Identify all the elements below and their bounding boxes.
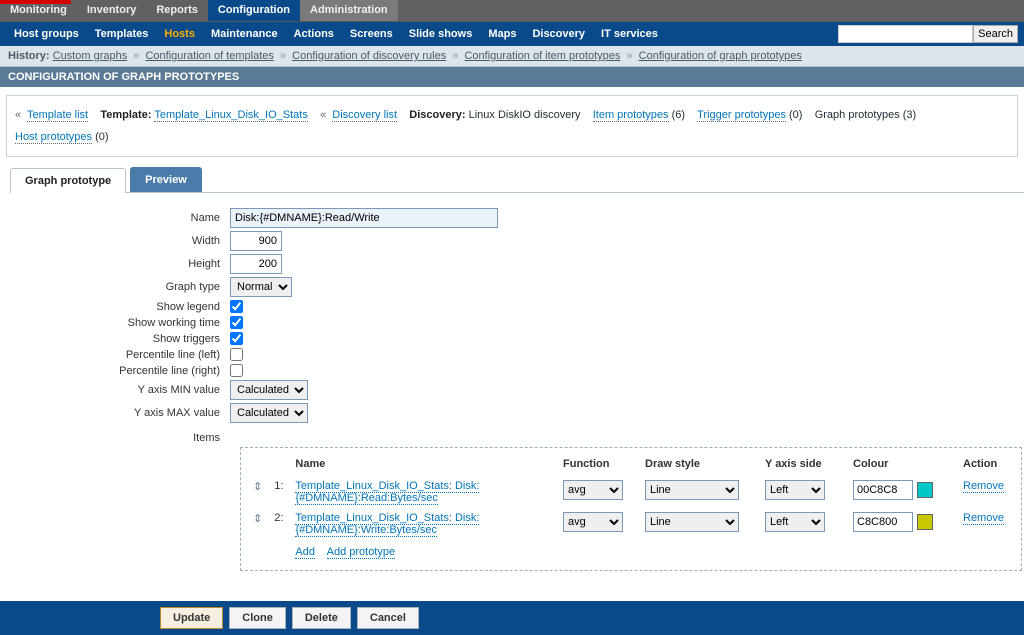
- ymax-select[interactable]: Calculated: [230, 403, 308, 423]
- row-index-2: 2:: [268, 508, 289, 540]
- template-link[interactable]: Template_Linux_Disk_IO_Stats: [154, 109, 307, 122]
- show-triggers-label: Show triggers: [10, 333, 230, 345]
- remove-link-1[interactable]: Remove: [963, 480, 1004, 493]
- host-prototypes-count: (0): [95, 131, 108, 143]
- ymin-label: Y axis MIN value: [10, 384, 230, 396]
- item-row-1: ⇕ 1: Template_Linux_Disk_IO_Stats: Disk:…: [247, 476, 1015, 508]
- search-input[interactable]: [838, 25, 973, 43]
- template-list-link[interactable]: Template list: [27, 109, 88, 122]
- percentile-left-label: Percentile line (left): [10, 349, 230, 361]
- subnav-host-groups[interactable]: Host groups: [6, 24, 87, 44]
- tab-administration[interactable]: Administration: [300, 0, 398, 21]
- items-label: Items: [10, 426, 230, 444]
- function-select-1[interactable]: avg: [563, 480, 623, 500]
- update-button[interactable]: Update: [160, 607, 223, 629]
- width-label: Width: [10, 235, 230, 247]
- colour-swatch-2[interactable]: [917, 514, 933, 530]
- tab-inventory[interactable]: Inventory: [77, 0, 147, 21]
- colour-swatch-1[interactable]: [917, 482, 933, 498]
- cancel-button[interactable]: Cancel: [357, 607, 419, 629]
- col-colour: Colour: [847, 454, 957, 476]
- search-button[interactable]: Search: [973, 25, 1018, 43]
- graph-prototypes-count: (3): [903, 109, 916, 121]
- yaxis-select-1[interactable]: Left: [765, 480, 825, 500]
- history-link-0[interactable]: Custom graphs: [53, 50, 128, 62]
- percentile-left-checkbox[interactable]: [230, 348, 243, 361]
- prototype-nav: « Template list Template: Template_Linux…: [6, 95, 1018, 157]
- graph-type-select[interactable]: Normal: [230, 277, 292, 297]
- form-tab-graph-prototype[interactable]: Graph prototype: [10, 168, 126, 193]
- host-prototypes-link[interactable]: Host prototypes: [15, 131, 92, 144]
- delete-button[interactable]: Delete: [292, 607, 351, 629]
- show-legend-checkbox[interactable]: [230, 300, 243, 313]
- add-prototype-link[interactable]: Add prototype: [327, 546, 396, 559]
- clone-button[interactable]: Clone: [229, 607, 286, 629]
- graph-prototypes-label: Graph prototypes: [815, 109, 900, 121]
- subnav-hosts[interactable]: Hosts: [156, 24, 203, 44]
- function-select-2[interactable]: avg: [563, 512, 623, 532]
- history-link-3[interactable]: Configuration of item prototypes: [464, 50, 620, 62]
- subnav-maintenance[interactable]: Maintenance: [203, 24, 286, 44]
- drag-handle-icon[interactable]: ⇕: [247, 508, 268, 540]
- page-title: CONFIGURATION OF GRAPH PROTOTYPES: [0, 67, 1024, 87]
- template-label: Template:: [100, 109, 151, 121]
- history-bar: History: Custom graphs » Configuration o…: [0, 46, 1024, 67]
- drag-handle-icon[interactable]: ⇕: [247, 476, 268, 508]
- draw-select-1[interactable]: Line: [645, 480, 739, 500]
- subnav-it-services[interactable]: IT services: [593, 24, 666, 44]
- graph-type-label: Graph type: [10, 281, 230, 293]
- ymin-select[interactable]: Calculated: [230, 380, 308, 400]
- trigger-prototypes-link[interactable]: Trigger prototypes: [697, 109, 786, 122]
- history-link-1[interactable]: Configuration of templates: [145, 50, 273, 62]
- colour-input-2[interactable]: [853, 512, 913, 532]
- col-action: Action: [957, 454, 1015, 476]
- ymax-label: Y axis MAX value: [10, 407, 230, 419]
- item-row-2: ⇕ 2: Template_Linux_Disk_IO_Stats: Disk:…: [247, 508, 1015, 540]
- footer-bar: Update Clone Delete Cancel: [0, 601, 1024, 635]
- subnav-templates[interactable]: Templates: [87, 24, 157, 44]
- remove-link-2[interactable]: Remove: [963, 512, 1004, 525]
- percentile-right-checkbox[interactable]: [230, 364, 243, 377]
- col-name: Name: [289, 454, 557, 476]
- subnav-discovery[interactable]: Discovery: [524, 24, 593, 44]
- show-working-time-checkbox[interactable]: [230, 316, 243, 329]
- items-box: Name Function Draw style Y axis side Col…: [240, 447, 1022, 571]
- discovery-list-link[interactable]: Discovery list: [332, 109, 397, 122]
- percentile-right-label: Percentile line (right): [10, 365, 230, 377]
- draw-select-2[interactable]: Line: [645, 512, 739, 532]
- show-working-time-label: Show working time: [10, 317, 230, 329]
- col-yaxis: Y axis side: [759, 454, 847, 476]
- yaxis-select-2[interactable]: Left: [765, 512, 825, 532]
- subnav-actions[interactable]: Actions: [286, 24, 342, 44]
- subnav-slide-shows[interactable]: Slide shows: [401, 24, 481, 44]
- name-label: Name: [10, 212, 230, 224]
- subnav-maps[interactable]: Maps: [480, 24, 524, 44]
- height-input[interactable]: [230, 254, 282, 274]
- width-input[interactable]: [230, 231, 282, 251]
- item-name-link-2[interactable]: Template_Linux_Disk_IO_Stats: Disk:{#DMN…: [295, 512, 479, 537]
- subnav-screens[interactable]: Screens: [342, 24, 401, 44]
- history-link-4[interactable]: Configuration of graph prototypes: [639, 50, 802, 62]
- indicator-red: [0, 0, 71, 4]
- trigger-prototypes-count: (0): [789, 109, 802, 121]
- name-input[interactable]: [230, 208, 498, 228]
- item-prototypes-count: (6): [672, 109, 685, 121]
- item-prototypes-link[interactable]: Item prototypes: [593, 109, 669, 122]
- discovery-name: Linux DiskIO discovery: [469, 109, 581, 121]
- show-triggers-checkbox[interactable]: [230, 332, 243, 345]
- history-label: History:: [8, 50, 50, 62]
- col-draw: Draw style: [639, 454, 759, 476]
- row-index-1: 1:: [268, 476, 289, 508]
- form-tab-preview[interactable]: Preview: [130, 167, 202, 192]
- colour-input-1[interactable]: [853, 480, 913, 500]
- discovery-label: Discovery:: [409, 109, 465, 121]
- tab-reports[interactable]: Reports: [146, 0, 208, 21]
- add-item-link[interactable]: Add: [295, 546, 315, 559]
- history-link-2[interactable]: Configuration of discovery rules: [292, 50, 446, 62]
- show-legend-label: Show legend: [10, 301, 230, 313]
- item-name-link-1[interactable]: Template_Linux_Disk_IO_Stats: Disk:{#DMN…: [295, 480, 479, 505]
- height-label: Height: [10, 258, 230, 270]
- tab-configuration[interactable]: Configuration: [208, 0, 300, 21]
- col-function: Function: [557, 454, 639, 476]
